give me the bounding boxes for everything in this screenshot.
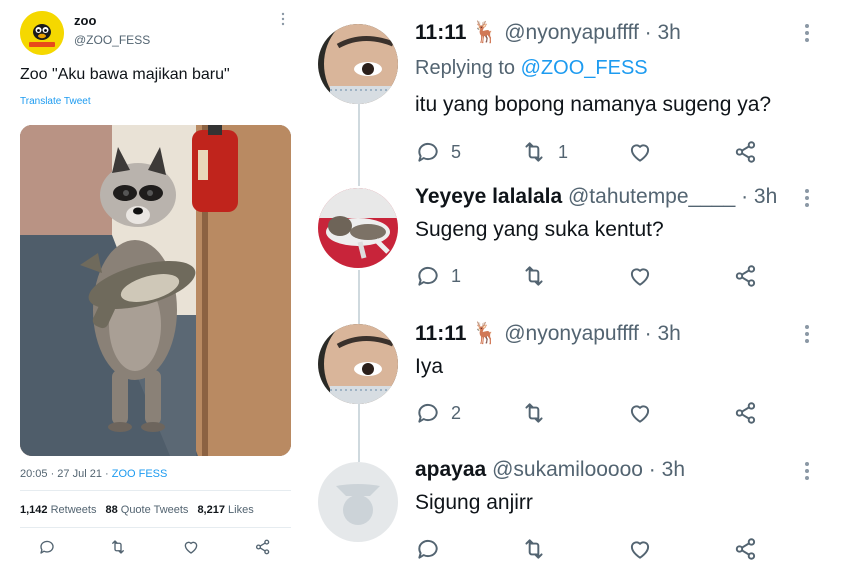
share-button[interactable] (733, 262, 759, 290)
share-button[interactable] (733, 138, 759, 166)
thread-connector (358, 270, 360, 324)
reply-icon (418, 403, 438, 423)
author-name[interactable]: zoo (74, 13, 96, 28)
retweets-stat[interactable]: 1,142 Retweets (20, 504, 96, 516)
share-icon (735, 538, 756, 560)
replying-prefix: Replying to (415, 57, 521, 79)
share-icon[interactable] (254, 538, 272, 556)
reply-action-bar (415, 535, 775, 563)
divider (20, 490, 291, 491)
like-button[interactable] (627, 138, 653, 166)
original-tweet: zoo @ZOO_FESS Zoo "Aku bawa majikan baru… (0, 0, 305, 576)
reply-action-bar: 5 1 (415, 138, 775, 166)
reply-header: 11:11 🦌 @nyonyapuffff · 3h (415, 21, 681, 45)
share-icon (735, 402, 756, 424)
user-avatar[interactable] (318, 188, 398, 268)
reply-icon (418, 266, 438, 286)
share-button[interactable] (733, 399, 759, 427)
like-button[interactable] (627, 262, 653, 290)
likes-stat[interactable]: 8,217 Likes (197, 504, 253, 516)
translate-tweet-link[interactable]: Translate Tweet (20, 96, 91, 107)
timestamp-text[interactable]: 20:05 · 27 Jul 21 · (20, 468, 112, 480)
tweet-stats: 1,142 Retweets 88 Quote Tweets 8,217 Likes (20, 504, 254, 516)
share-icon (735, 265, 756, 287)
tweet-timestamp: 20:05 · 27 Jul 21 · ZOO FESS (20, 468, 167, 480)
divider (20, 527, 291, 528)
retweet-button[interactable] (520, 262, 548, 290)
reply-header: apayaa @sukamilooooo · 3h (415, 458, 685, 482)
default-avatar[interactable] (318, 462, 398, 542)
like-icon[interactable] (182, 538, 200, 556)
reply-icon[interactable] (38, 538, 56, 556)
retweet-icon (525, 142, 543, 162)
tweet-media-photo[interactable] (20, 125, 291, 456)
replying-to-link[interactable]: @ZOO_FESS (521, 57, 648, 79)
user-name[interactable]: 11:11 🦌 (415, 322, 498, 345)
user-name[interactable]: Yeyeye lalalala (415, 185, 562, 208)
reply-header: 11:11 🦌 @nyonyapuffff · 3h (415, 322, 681, 346)
reply-button[interactable]: 2 (415, 399, 461, 427)
reply-count: 5 (451, 141, 462, 162)
tweet-text: Zoo "Aku bawa majikan baru" (20, 66, 230, 83)
user-avatar[interactable] (318, 24, 398, 104)
retweet-icon[interactable] (109, 538, 127, 556)
more-options-icon[interactable] (803, 462, 811, 483)
replies-thread: 11:11 🦌 @nyonyapuffff · 3h Replying to @… (305, 0, 850, 576)
thread-connector (358, 404, 360, 462)
reply-icon (418, 539, 438, 559)
more-options-icon[interactable] (803, 325, 811, 346)
tweet-action-bar (20, 538, 291, 558)
reply-icon (418, 142, 438, 162)
reply-button[interactable] (415, 535, 441, 563)
retweet-button[interactable]: 1 (520, 138, 568, 166)
retweet-count: 1 (558, 141, 569, 162)
reply-text: Sigung anjirr (415, 491, 533, 514)
retweet-icon (525, 403, 543, 423)
reply-text: Sugeng yang suka kentut? (415, 218, 664, 241)
reply-count: 1 (451, 265, 462, 286)
user-name[interactable]: 11:11 🦌 (415, 21, 498, 44)
zoo-avatar[interactable] (20, 11, 64, 55)
retweet-icon (525, 539, 543, 559)
reply-button[interactable]: 5 (415, 138, 461, 166)
user-name[interactable]: apayaa (415, 458, 486, 481)
share-button[interactable] (733, 535, 759, 563)
tweet-source-link[interactable]: ZOO FESS (112, 468, 168, 480)
reply-header: Yeyeye lalalala @tahutempe____ · 3h (415, 185, 777, 209)
replying-to: Replying to @ZOO_FESS (415, 57, 648, 80)
user-handle[interactable]: @tahutempe____ · 3h (568, 185, 777, 208)
more-options-icon[interactable] (803, 189, 811, 210)
like-icon (630, 541, 650, 559)
reply-text: Iya (415, 355, 444, 378)
user-handle[interactable]: @nyonyapuffff · 3h (504, 322, 681, 345)
more-options-icon[interactable] (280, 12, 288, 26)
like-icon (630, 144, 650, 162)
retweet-button[interactable] (520, 535, 548, 563)
like-button[interactable] (627, 399, 653, 427)
user-handle[interactable]: @sukamilooooo · 3h (492, 458, 685, 481)
reply-action-bar: 1 (415, 262, 775, 290)
reply-button[interactable]: 1 (415, 262, 461, 290)
like-icon (630, 268, 650, 286)
retweet-icon (525, 266, 543, 286)
user-handle[interactable]: @nyonyapuffff · 3h (504, 21, 681, 44)
author-handle[interactable]: @ZOO_FESS (74, 33, 150, 47)
more-options-icon[interactable] (803, 24, 811, 45)
like-button[interactable] (627, 535, 653, 563)
reply-action-bar: 2 (415, 399, 775, 427)
reply-count: 2 (451, 402, 462, 423)
like-icon (630, 405, 650, 423)
retweet-button[interactable] (520, 399, 548, 427)
quote-tweets-stat[interactable]: 88 Quote Tweets (105, 504, 188, 516)
reply-text: itu yang bopong namanya sugeng ya? (415, 93, 772, 116)
thread-connector (358, 104, 360, 186)
share-icon (735, 141, 756, 163)
user-avatar[interactable] (318, 324, 398, 404)
